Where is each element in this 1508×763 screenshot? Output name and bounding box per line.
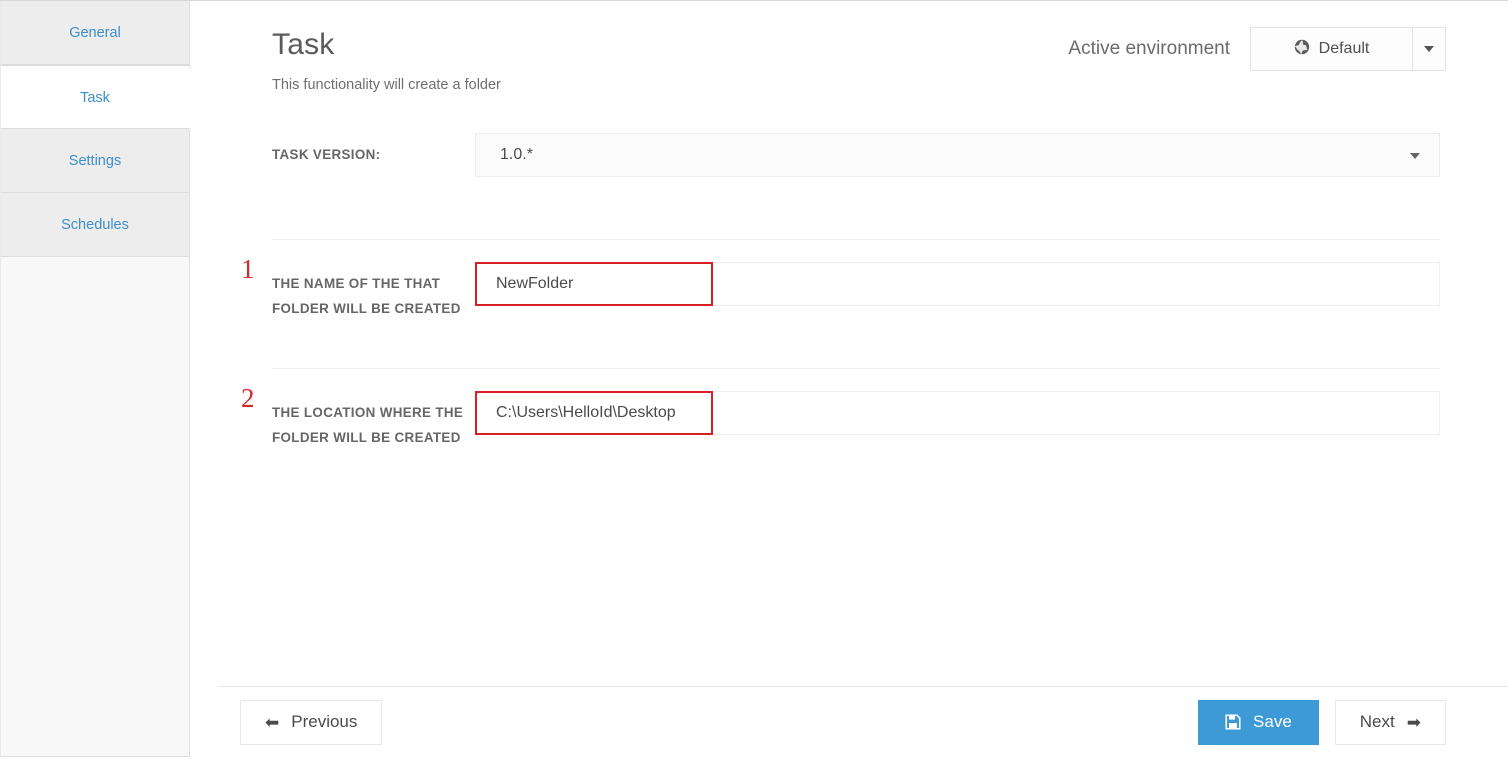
folder-name-control — [475, 262, 1440, 368]
active-environment-label: Active environment — [1068, 38, 1230, 59]
task-version-select[interactable]: 1.0.* — [475, 133, 1440, 177]
sidebar-item-label: Schedules — [61, 217, 129, 233]
environment-button-group: Default — [1250, 27, 1446, 71]
sidebar-item-schedules[interactable]: Schedules — [1, 193, 189, 257]
globe-icon — [1294, 39, 1310, 60]
environment-select-button[interactable]: Default — [1250, 27, 1412, 71]
previous-button-label: Previous — [291, 712, 358, 731]
form-row-task-version: TASK VERSION: 1.0.* — [272, 111, 1440, 240]
sidebar-item-task[interactable]: Task — [1, 65, 211, 130]
arrow-right-icon: ➡ — [1406, 712, 1421, 732]
page-subtitle: This functionality will create a folder — [272, 77, 501, 93]
arrow-left-icon: ⬅ — [265, 712, 280, 732]
sidebar-item-label: General — [69, 25, 121, 41]
form-row-folder-name: 1 THE NAME OF THE THAT FOLDER WILL BE CR… — [241, 240, 1440, 369]
folder-location-label: THE LOCATION WHERE THE FOLDER WILL BE CR… — [272, 405, 464, 445]
annotation-number-1: 1 — [241, 254, 255, 284]
task-configuration-page: General Task Settings Schedules Task Thi… — [0, 0, 1508, 763]
sidebar-item-settings[interactable]: Settings — [1, 129, 189, 193]
next-button-label: Next — [1359, 712, 1395, 731]
previous-button[interactable]: ⬅ Previous — [240, 699, 383, 745]
next-button[interactable]: Next ➡ — [1334, 699, 1446, 745]
footer-right-actions: Save Next ➡ — [1198, 699, 1446, 745]
folder-name-input[interactable] — [475, 262, 1440, 306]
main-content: Task This functionality will create a fo… — [191, 1, 1508, 763]
task-version-label: TASK VERSION: — [272, 147, 381, 162]
annotation-number-2: 2 — [241, 383, 255, 413]
row-spacer — [475, 177, 1440, 239]
active-environment-control: Active environment Default — [1068, 27, 1446, 71]
sidebar-item-label: Settings — [68, 153, 122, 169]
sidebar-item-label: Task — [80, 90, 110, 106]
environment-value: Default — [1318, 40, 1370, 57]
form-row-folder-location: 2 THE LOCATION WHERE THE FOLDER WILL BE … — [241, 369, 1440, 501]
environment-dropdown-toggle[interactable] — [1412, 27, 1446, 71]
folder-location-input[interactable] — [475, 391, 1440, 435]
folder-location-control — [475, 391, 1440, 501]
save-button[interactable]: Save — [1198, 699, 1319, 745]
chevron-down-icon — [1410, 153, 1420, 159]
row-spacer — [475, 435, 1440, 501]
task-version-control: 1.0.* — [475, 133, 1440, 239]
floppy-disk-icon — [1225, 714, 1241, 730]
folder-name-input-wrap — [475, 262, 1440, 306]
sidebar-nav: General Task Settings Schedules — [0, 1, 211, 757]
save-button-label: Save — [1253, 712, 1292, 731]
folder-name-label: THE NAME OF THE THAT FOLDER WILL BE CREA… — [272, 276, 461, 316]
form-footer: ⬅ Previous Save Next ➡ — [218, 686, 1508, 757]
row-spacer — [475, 306, 1440, 368]
folder-location-input-wrap — [475, 391, 1440, 435]
sidebar-filler — [1, 257, 189, 754]
chevron-down-icon — [1424, 46, 1434, 52]
sidebar-item-general[interactable]: General — [1, 1, 189, 65]
task-form: TASK VERSION: 1.0.* 1 THE NAME OF THE TH… — [241, 111, 1440, 501]
task-version-value: 1.0.* — [500, 146, 533, 163]
